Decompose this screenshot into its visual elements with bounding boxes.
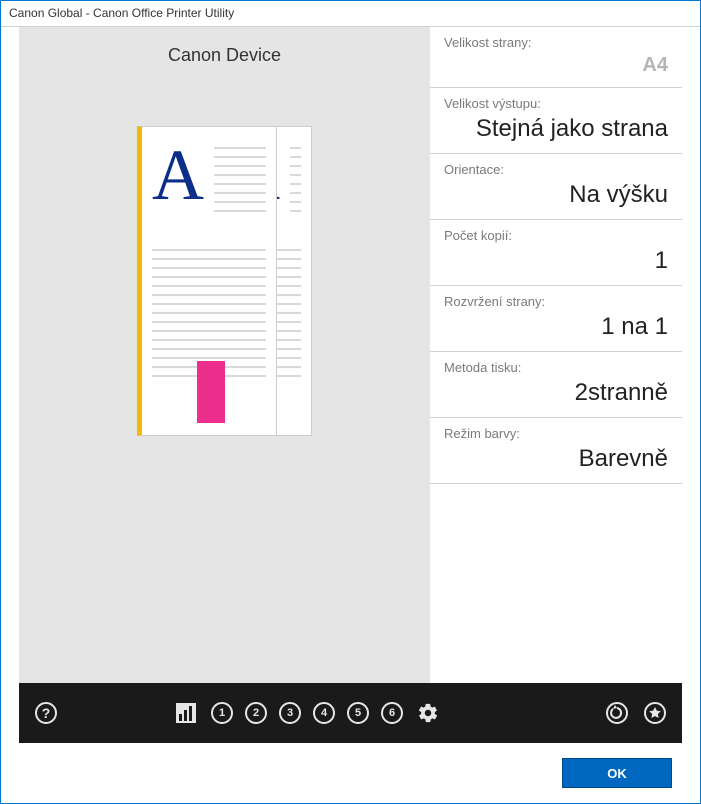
preset-3-button[interactable]: 3 <box>279 702 301 724</box>
main-panel: Canon Device A <box>19 27 682 743</box>
setting-layout[interactable]: Rozvržení strany: 1 na 1 <box>430 286 682 352</box>
preset-2-button[interactable]: 2 <box>245 702 267 724</box>
window-title: Canon Global - Canon Office Printer Util… <box>1 1 700 27</box>
setting-print-method[interactable]: Metoda tisku: 2stranně <box>430 352 682 418</box>
app-frame: Canon Device A <box>19 27 682 743</box>
setting-label: Velikost strany: <box>444 35 668 50</box>
setting-copies[interactable]: Počet kopií: 1 <box>430 220 682 286</box>
setting-output-size[interactable]: Velikost výstupu: Stejná jako strana <box>430 88 682 154</box>
setting-page-size[interactable]: Velikost strany: A4 <box>430 27 682 88</box>
help-icon[interactable]: ? <box>33 700 59 726</box>
preview-glyph-front: A <box>152 139 204 229</box>
preview-page-front: A <box>137 126 277 436</box>
upper-row: Canon Device A <box>19 27 682 683</box>
setting-label: Režim barvy: <box>444 426 668 441</box>
stats-icon[interactable] <box>173 700 199 726</box>
setting-orientation[interactable]: Orientace: Na výšku <box>430 154 682 220</box>
setting-value: 1 na 1 <box>444 313 668 341</box>
toolbar: ? 1 2 3 4 5 6 <box>19 683 682 743</box>
favorite-icon[interactable] <box>642 700 668 726</box>
setting-label: Velikost výstupu: <box>444 96 668 111</box>
preset-4-button[interactable]: 4 <box>313 702 335 724</box>
setting-label: Metoda tisku: <box>444 360 668 375</box>
setting-value: 1 <box>444 247 668 275</box>
pink-highlight <box>197 361 225 423</box>
setting-color-mode[interactable]: Režim barvy: Barevně <box>430 418 682 484</box>
setting-label: Orientace: <box>444 162 668 177</box>
setting-value: Stejná jako strana <box>444 115 668 143</box>
preview-pages: A <box>137 126 312 436</box>
preset-5-button[interactable]: 5 <box>347 702 369 724</box>
preset-6-button[interactable]: 6 <box>381 702 403 724</box>
device-name: Canon Device <box>168 45 281 66</box>
setting-label: Počet kopií: <box>444 228 668 243</box>
preset-1-button[interactable]: 1 <box>211 702 233 724</box>
window: Canon Global - Canon Office Printer Util… <box>0 0 701 804</box>
svg-text:?: ? <box>42 705 51 721</box>
setting-value: 2stranně <box>444 379 668 407</box>
setting-value: Barevně <box>444 445 668 473</box>
preview-panel: Canon Device A <box>19 27 430 683</box>
setting-value: Na výšku <box>444 181 668 209</box>
reset-icon[interactable] <box>604 700 630 726</box>
settings-panel: Velikost strany: A4 Velikost výstupu: St… <box>430 27 682 683</box>
ok-button[interactable]: OK <box>562 758 672 788</box>
setting-value: A4 <box>444 54 668 77</box>
gear-icon[interactable] <box>415 700 441 726</box>
footer: OK <box>1 743 700 803</box>
content-area: Canon Device A <box>1 27 700 803</box>
setting-label: Rozvržení strany: <box>444 294 668 309</box>
